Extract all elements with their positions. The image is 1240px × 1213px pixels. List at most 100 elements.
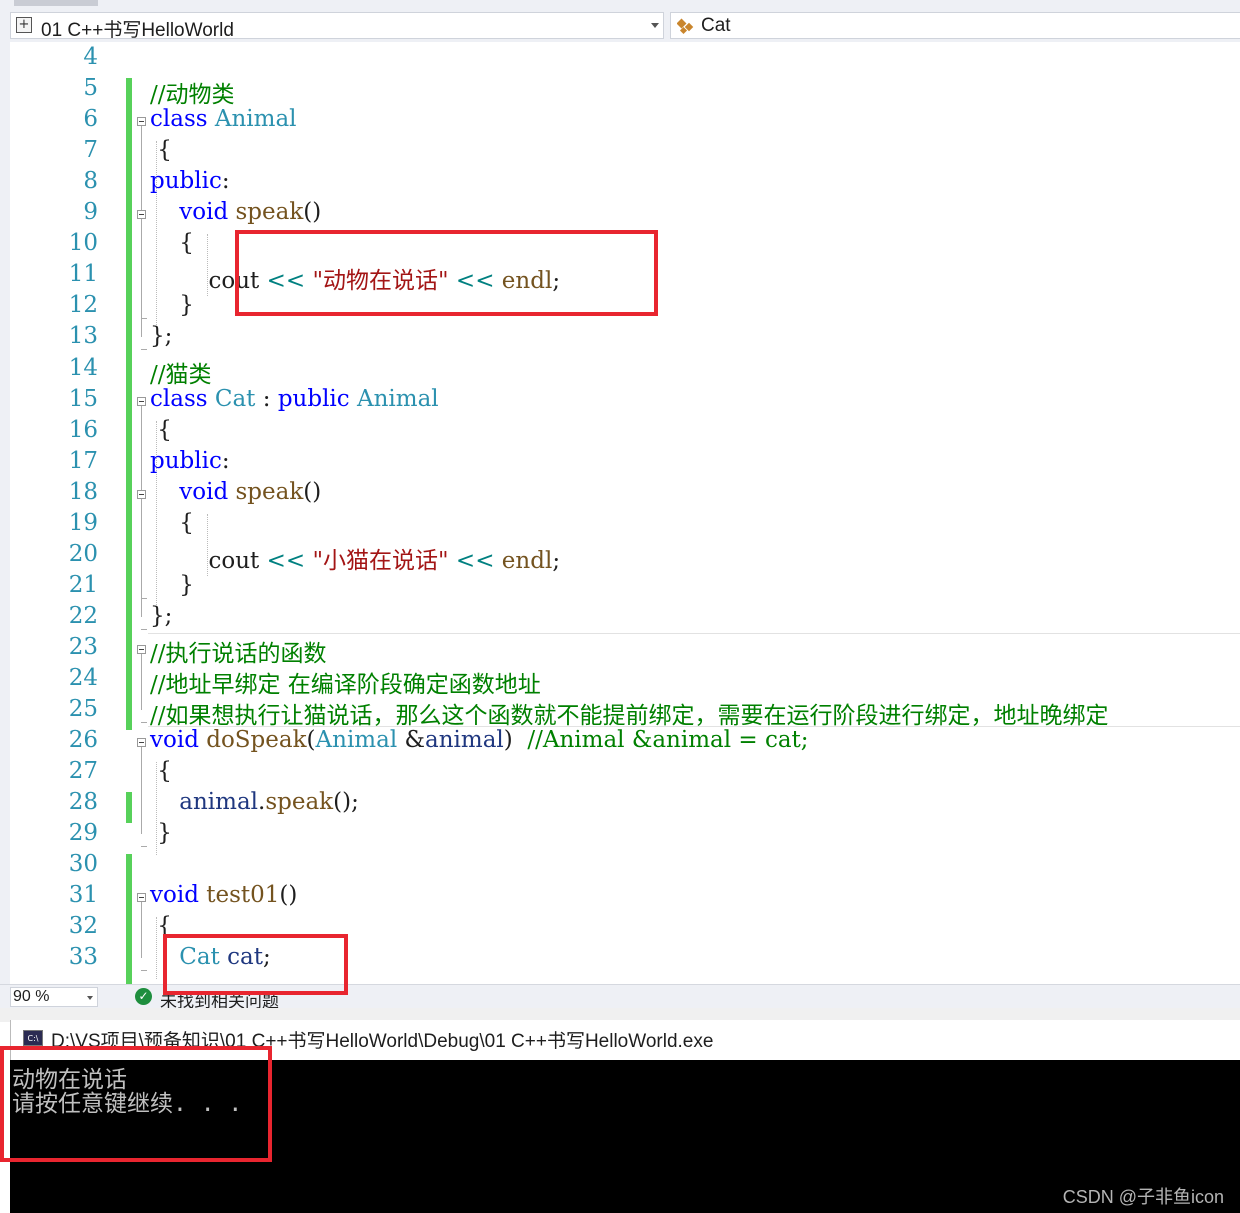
code-token: : [221, 447, 230, 474]
code-token: << [448, 547, 502, 574]
line-number: 23 [68, 633, 98, 660]
fold-toggle-icon[interactable] [137, 396, 146, 406]
code-line[interactable]: cout << "小猫在说话" << endl; [150, 541, 560, 575]
code-token: () [279, 882, 298, 909]
code-line[interactable]: class Cat : public Animal [150, 386, 439, 412]
line-number: 24 [68, 665, 98, 691]
fold-toggle-icon[interactable] [137, 893, 146, 903]
code-token: animal [425, 727, 504, 754]
line-number: 31 [68, 882, 98, 909]
line-number: 8 [83, 168, 98, 195]
fold-toggle-icon[interactable] [137, 210, 146, 220]
code-token: & [397, 727, 426, 754]
code-line[interactable]: animal.speak(); [150, 789, 359, 815]
zoom-level: 90 % [13, 988, 50, 1005]
line-number: 15 [68, 385, 98, 412]
code-editor[interactable]: 4 5 6 7 8 9 10 11 12 13 14 15 16 17 18 19 20 21 22 23 24 25 26… [0, 42, 1240, 984]
highlight-box-animal-speak [235, 230, 658, 316]
line-number: 18 [68, 478, 98, 505]
line-number: 16 [68, 416, 98, 443]
fold-end-mark [141, 318, 147, 320]
code-line[interactable]: }; [150, 323, 172, 349]
code-line[interactable]: public: [150, 168, 230, 194]
chevron-down-icon[interactable] [87, 996, 93, 1000]
code-token: //动物类 [150, 82, 235, 109]
file-scope-dropdown[interactable]: + 01 C++书写HelloWorld [10, 12, 664, 41]
code-line[interactable]: } [150, 292, 194, 318]
line-number: 11 [68, 261, 98, 288]
code-token: speak [235, 199, 304, 226]
code-token: Cat [214, 385, 256, 412]
code-line[interactable]: { [150, 758, 172, 784]
code-line[interactable]: void test01() [150, 882, 297, 908]
code-line[interactable]: //动物类 [150, 75, 235, 109]
code-token: animal [179, 789, 259, 816]
code-token: public [277, 385, 357, 412]
line-number: 7 [83, 137, 98, 164]
line-number: 22 [68, 602, 98, 629]
code-token: endl [501, 547, 553, 574]
class-scope-dropdown[interactable]: Cat [670, 12, 1240, 39]
line-number: 12 [68, 292, 98, 319]
code-token: ( [306, 727, 316, 754]
fold-end-mark [141, 970, 147, 972]
code-line[interactable]: //猫类 [150, 355, 212, 389]
code-line[interactable]: { [150, 230, 194, 256]
line-number: 20 [68, 540, 98, 567]
change-marker-bar [126, 792, 132, 824]
code-token: { [150, 758, 172, 785]
code-token: speak [235, 478, 304, 505]
line-number: 10 [68, 230, 98, 257]
code-token: } [150, 571, 194, 598]
code-line[interactable]: void doSpeak(Animal &animal) //Animal &a… [150, 727, 809, 753]
code-token: test01 [206, 882, 280, 909]
code-token: : [221, 168, 230, 195]
class-scope-label: Cat [701, 15, 731, 36]
editor-left-margin [0, 42, 10, 984]
code-token: class [150, 106, 215, 133]
fold-guide-line [141, 219, 142, 307]
document-tab-stub[interactable] [14, 0, 98, 6]
fold-toggle-icon[interactable] [137, 644, 146, 654]
code-line[interactable]: { [150, 510, 194, 536]
code-token: //猫类 [150, 361, 212, 388]
fold-toggle-icon[interactable] [137, 117, 146, 127]
code-line[interactable]: class Animal [150, 106, 297, 132]
line-number: 4 [83, 44, 98, 70]
code-line[interactable]: //如果想执行让猫说话，那么这个函数就不能提前绑定，需要在运行阶段进行绑定，地址… [150, 696, 1109, 730]
code-line[interactable]: void speak() [150, 479, 321, 505]
change-marker-bar [126, 854, 132, 984]
code-line[interactable]: { [150, 417, 172, 443]
code-line[interactable]: //地址早绑定 在编译阶段确定函数地址 [150, 665, 541, 699]
code-token: ) [503, 727, 528, 754]
code-line[interactable]: } [150, 572, 194, 598]
code-line[interactable]: //执行说话的函数 [150, 634, 327, 668]
code-line[interactable]: }; [150, 603, 172, 629]
code-token: //执行说话的函数 [150, 640, 327, 667]
code-line[interactable]: void speak() [150, 199, 321, 225]
code-token: class [150, 385, 215, 412]
code-token: } [150, 820, 172, 847]
code-line[interactable]: public: [150, 448, 230, 474]
watermark: CSDN @子非鱼icon [1062, 1187, 1224, 1207]
zoom-dropdown[interactable]: 90 % [10, 987, 98, 1007]
code-line[interactable]: { [150, 137, 172, 163]
code-token: public [150, 447, 222, 474]
fold-toggle-icon[interactable] [137, 738, 146, 748]
code-token: void [150, 882, 207, 909]
fold-toggle-icon[interactable] [137, 489, 146, 499]
line-number: 29 [68, 820, 98, 847]
code-token: cout [150, 547, 267, 574]
code-line[interactable]: } [150, 820, 172, 846]
navigation-bar: + 01 C++书写HelloWorld Cat [0, 8, 1240, 42]
code-token: () [303, 478, 322, 505]
code-token: }; [150, 323, 173, 350]
line-number: 13 [68, 323, 98, 350]
fold-end-mark [141, 846, 147, 848]
code-token: Animal [315, 727, 398, 754]
fold-guide-line [141, 902, 142, 959]
chevron-down-icon[interactable] [651, 23, 659, 28]
line-number: 30 [68, 851, 98, 878]
